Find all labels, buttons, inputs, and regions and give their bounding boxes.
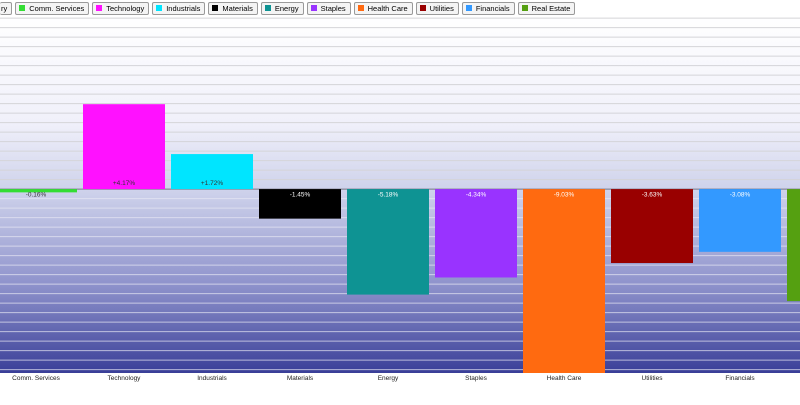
legend-label: Comm. Services bbox=[29, 3, 85, 13]
x-tick-label: Comm. Services bbox=[12, 375, 60, 382]
legend-swatch bbox=[419, 5, 426, 11]
legend-item[interactable]: Industrials bbox=[152, 1, 206, 15]
legend-item[interactable]: ry bbox=[0, 1, 13, 15]
chart-area: -0.16% Comm. Services +4.17% Technology +1.7… bbox=[0, 16, 800, 405]
legend-label: Industrials bbox=[166, 3, 201, 13]
x-tick-label: Materials bbox=[287, 375, 314, 382]
legend-item[interactable]: Technology bbox=[92, 1, 150, 15]
x-tick-label: Industrials bbox=[197, 375, 227, 382]
bar bbox=[611, 189, 693, 264]
legend-label: Financials bbox=[475, 3, 510, 13]
bar bbox=[347, 189, 429, 295]
legend-swatch bbox=[465, 5, 472, 11]
legend-swatch bbox=[264, 5, 271, 11]
data-label: -0.16% bbox=[26, 192, 47, 199]
legend-label: Staples bbox=[320, 3, 346, 13]
legend-swatch bbox=[156, 5, 163, 11]
chart-svg: -0.16% Comm. Services +4.17% Technology +1.7… bbox=[0, 16, 800, 382]
legend-label: ry bbox=[1, 3, 8, 13]
data-label: -5.18% bbox=[378, 192, 399, 199]
legend-swatch bbox=[357, 5, 364, 11]
legend-swatch bbox=[212, 5, 219, 11]
legend-item[interactable]: Energy bbox=[260, 1, 304, 15]
data-label: +1.72% bbox=[201, 180, 223, 187]
x-tick-label: Financials bbox=[725, 375, 755, 382]
x-tick-label: Technology bbox=[108, 375, 142, 382]
data-label: -9.03% bbox=[554, 192, 575, 199]
legend: ry Comm. Services Technology Industrials Mat… bbox=[0, 0, 800, 16]
legend-swatch bbox=[310, 5, 317, 11]
legend-label: Technology bbox=[106, 3, 145, 13]
legend-item[interactable]: Real Estate bbox=[517, 1, 576, 15]
x-tick-label: Staples bbox=[465, 375, 487, 382]
bar bbox=[435, 189, 517, 278]
legend-swatch bbox=[521, 5, 528, 11]
legend-swatch bbox=[96, 5, 103, 11]
data-label: -3.63% bbox=[642, 192, 663, 199]
data-label: -4.34% bbox=[466, 192, 487, 199]
x-tick-label: Health Care bbox=[547, 375, 582, 382]
legend-label: Utilities bbox=[429, 3, 454, 13]
bar-chart: -0.16% Comm. Services +4.17% Technology +1.7… bbox=[0, 16, 800, 405]
bar bbox=[523, 189, 605, 373]
data-label: +4.17% bbox=[113, 180, 135, 187]
legend-item[interactable]: Utilities bbox=[415, 1, 459, 15]
bar bbox=[83, 104, 165, 190]
legend-label: Energy bbox=[274, 3, 299, 13]
legend-item[interactable]: Health Care bbox=[353, 1, 413, 15]
legend-label: Materials bbox=[222, 3, 253, 13]
legend-item[interactable]: Financials bbox=[461, 1, 515, 15]
legend-item[interactable]: Staples bbox=[306, 1, 351, 15]
data-label: -1.45% bbox=[290, 192, 311, 199]
legend-label: Real Estate bbox=[531, 3, 571, 13]
x-tick-label: Utilities bbox=[642, 375, 664, 382]
bar bbox=[787, 189, 800, 302]
legend-label: Health Care bbox=[367, 3, 408, 13]
x-tick-label: Energy bbox=[378, 375, 399, 382]
legend-swatch bbox=[19, 5, 26, 11]
data-label: -3.08% bbox=[730, 192, 751, 199]
legend-item[interactable]: Materials bbox=[208, 1, 258, 15]
legend-item[interactable]: Comm. Services bbox=[15, 1, 90, 15]
